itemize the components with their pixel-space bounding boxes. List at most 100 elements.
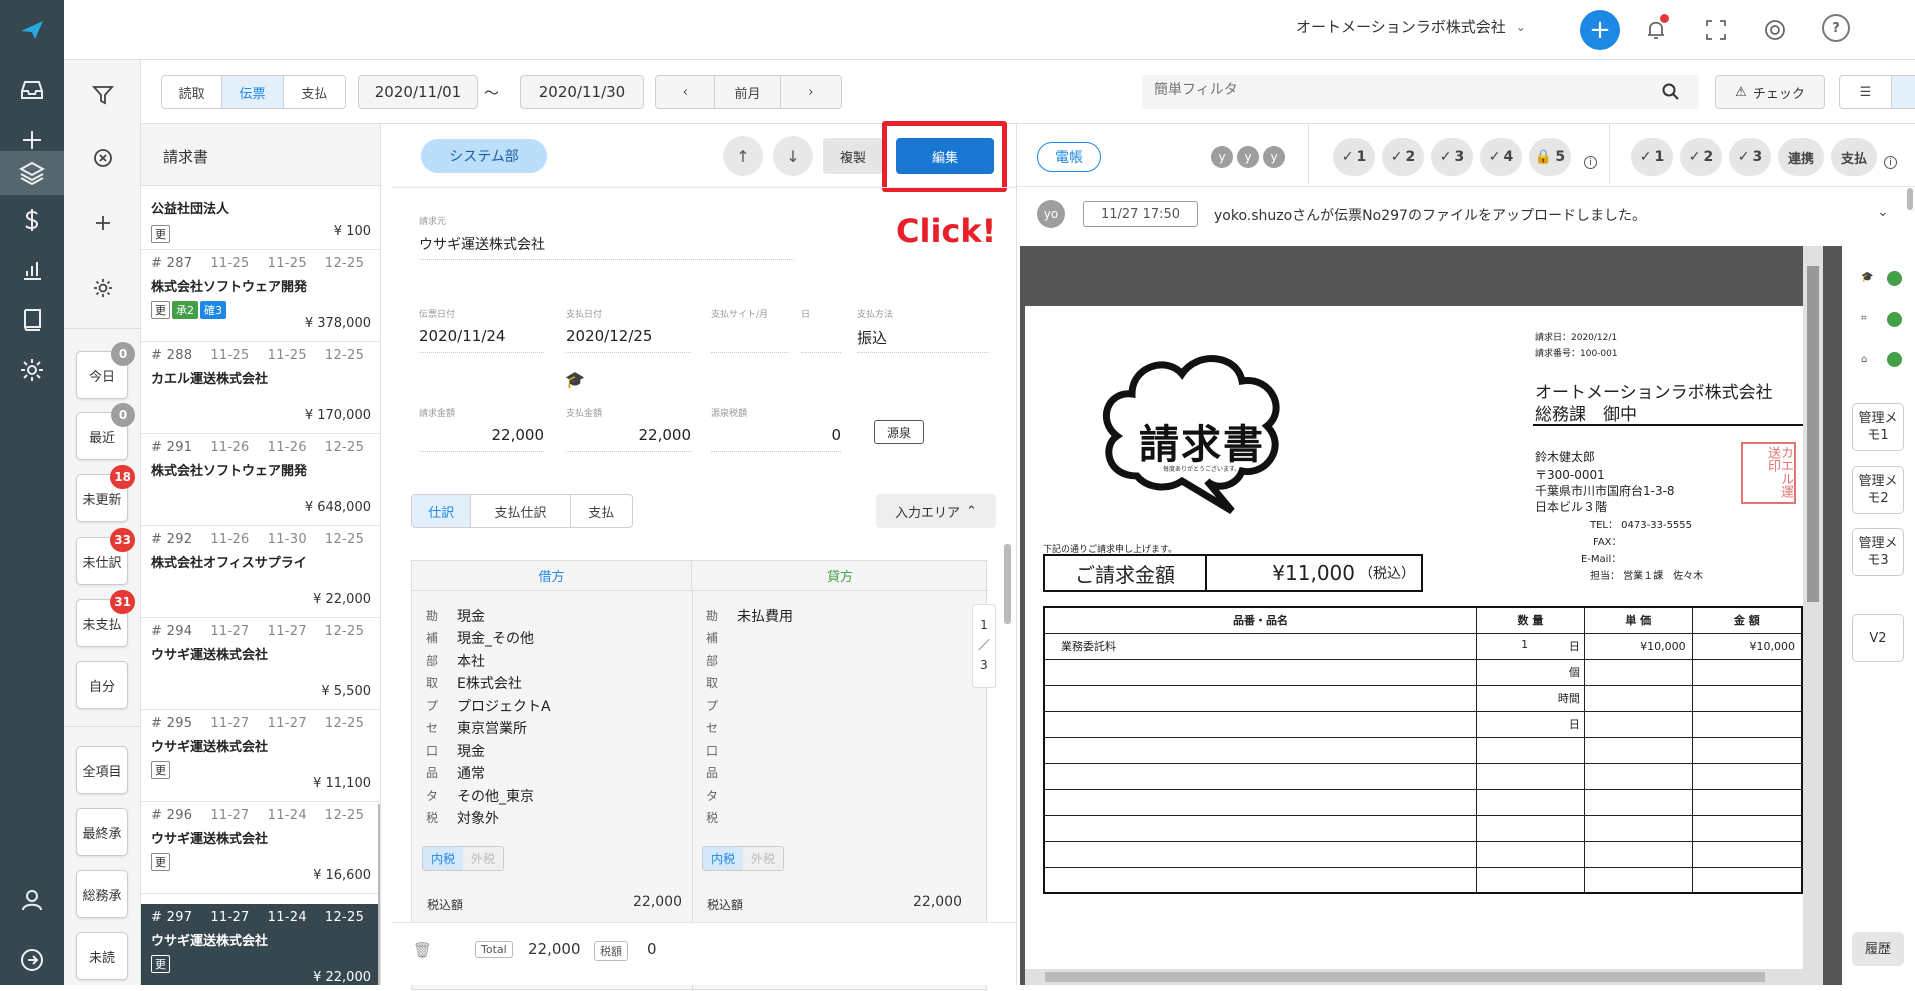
link-button[interactable]: 連携 — [1778, 138, 1824, 176]
inbox-icon[interactable] — [0, 70, 64, 110]
avatar[interactable]: y — [1263, 146, 1285, 168]
approval-step-1[interactable]: ✓ 1 — [1333, 138, 1375, 176]
doc-horizontal-scrollbar[interactable] — [1025, 969, 1803, 985]
copy-button[interactable]: 複製 — [823, 138, 883, 174]
doc-hscroll-thumb[interactable] — [1045, 972, 1765, 982]
filter-all-items[interactable]: 全項目 — [76, 746, 128, 794]
filter-input[interactable] — [1154, 82, 1634, 98]
admin-memo-1-button[interactable]: 管理メモ1 — [1852, 403, 1904, 451]
arrow-up-icon[interactable]: ↑ — [723, 136, 763, 176]
arrow-down-icon[interactable]: ↓ — [773, 136, 813, 176]
bar-chart-icon[interactable] — [0, 250, 64, 290]
day-field[interactable] — [801, 327, 841, 353]
version-button[interactable]: V2 — [1852, 614, 1904, 662]
paper-plane-logo[interactable] — [0, 10, 64, 50]
pay-date-field[interactable]: 2020/12/25 — [566, 327, 691, 353]
split-view-icon[interactable]: ▯ — [1892, 76, 1915, 108]
form-scrollbar[interactable] — [1004, 544, 1011, 624]
tax-incl-option[interactable]: 内税 — [423, 847, 464, 870]
pay-button[interactable]: 支払 — [1831, 138, 1877, 176]
list-item[interactable]: # 287 11-25 11-25 12-25 株式会社ソフトウェア開発 更承2 確3 … — [141, 250, 380, 342]
tab-payment[interactable]: 支払 — [284, 76, 345, 108]
doc-scroll-thumb[interactable] — [1807, 266, 1819, 602]
list-item[interactable]: # 295 11-27 11-27 12-25 ウサギ運送株式会社 更 ¥ 11,10… — [141, 710, 380, 802]
clear-filter-icon[interactable] — [83, 138, 123, 178]
doc-vertical-scrollbar[interactable] — [1803, 246, 1823, 985]
list-item[interactable]: 公益社団法人 更 ¥ 100 — [141, 186, 380, 250]
debit-value[interactable]: 対象外 — [457, 808, 499, 828]
check-button[interactable]: ⚠ チェック — [1715, 75, 1825, 109]
company-switcher[interactable]: オートメーションラボ株式会社 ⌄ — [1296, 16, 1526, 37]
list-scrollbar[interactable] — [378, 804, 380, 985]
input-area-toggle[interactable]: 入力エリア ⌃ — [876, 494, 996, 528]
debit-value[interactable]: 現金 — [457, 741, 485, 761]
chevron-left-icon[interactable]: ‹ — [656, 76, 716, 108]
user-icon[interactable] — [0, 880, 64, 920]
withholding-field[interactable]: 0 — [711, 426, 841, 452]
avatar[interactable]: y — [1211, 146, 1233, 168]
withholding-button[interactable]: 源泉 — [874, 420, 924, 444]
method-field[interactable]: 振込 — [857, 327, 989, 353]
list-item[interactable]: # 288 11-25 11-25 12-25 カエル運送株式会社 ¥ 170,000 — [141, 342, 380, 434]
filter-no-journal[interactable]: 未仕訳 33 — [76, 528, 135, 585]
check-step-1[interactable]: ✓ 1 — [1631, 138, 1673, 176]
tax-incl-option[interactable]: 内税 — [703, 847, 744, 870]
voucher-date-field[interactable]: 2020/11/24 — [419, 327, 544, 353]
add-icon[interactable] — [83, 203, 123, 243]
log-scrollbar[interactable] — [1907, 188, 1913, 210]
tax-excl-option[interactable]: 外税 — [463, 847, 504, 870]
logout-icon[interactable] — [0, 940, 64, 980]
vendor-field[interactable]: ウサギ運送株式会社 — [419, 234, 794, 260]
list-view-icon[interactable]: ☰ — [1840, 76, 1893, 108]
admin-memo-3-button[interactable]: 管理メモ3 — [1852, 528, 1904, 576]
admin-memo-2-button[interactable]: 管理メモ2 — [1852, 466, 1904, 514]
bell-icon[interactable] — [1642, 14, 1670, 44]
debit-value[interactable]: 現金 — [457, 606, 485, 626]
approval-step-5[interactable]: 🔒 5 — [1529, 138, 1571, 176]
filter-recent[interactable]: 最近 0 — [76, 403, 135, 460]
trash-icon[interactable]: 🗑 — [413, 941, 432, 959]
approval-step-4[interactable]: ✓ 4 — [1480, 138, 1522, 176]
date-to-input[interactable]: 2020/11/30 — [520, 75, 644, 109]
debit-value[interactable]: E株式会社 — [457, 673, 522, 693]
dollar-icon[interactable] — [0, 200, 64, 240]
filter-final-approval[interactable]: 最終承 — [76, 808, 128, 856]
avatar[interactable]: y — [1237, 146, 1259, 168]
tab-payment-journal[interactable]: 支払仕訳 — [471, 495, 571, 527]
ledger-button[interactable]: 電帳 — [1037, 142, 1101, 172]
debit-value[interactable]: プロジェクトA — [457, 696, 551, 716]
tab-journal[interactable]: 仕訳 — [412, 495, 472, 527]
prev-month-button[interactable]: 前月 — [715, 76, 781, 108]
chevron-down-icon[interactable]: ⌄ — [1877, 204, 1889, 220]
list-item[interactable]: # 294 11-27 11-27 12-25 ウサギ運送株式会社 ¥ 5,500 — [141, 618, 380, 710]
tab-read[interactable]: 読取 — [162, 76, 223, 108]
approval-step-3[interactable]: ✓ 3 — [1431, 138, 1473, 176]
list-item[interactable]: # 291 11-26 11-26 12-25 株式会社ソフトウェア開発 ¥ 648,… — [141, 434, 380, 526]
filter-mine[interactable]: 自分 — [76, 661, 128, 709]
info-icon[interactable]: i — [1884, 156, 1897, 169]
chevron-right-icon[interactable]: › — [780, 76, 841, 108]
pay-site-field[interactable] — [711, 327, 789, 353]
debit-value[interactable]: 東京営業所 — [457, 718, 527, 738]
help-icon[interactable]: ? — [1822, 14, 1850, 42]
filter-admin-approval[interactable]: 総務承 — [76, 870, 128, 918]
info-icon[interactable]: i — [1584, 156, 1597, 169]
add-button[interactable]: + — [1580, 10, 1620, 50]
book-icon[interactable] — [0, 300, 64, 340]
filter-today[interactable]: 今日 0 — [76, 342, 135, 399]
check-step-2[interactable]: ✓ 2 — [1680, 138, 1722, 176]
invoice-amount-field[interactable]: 22,000 — [419, 426, 544, 452]
gear-icon[interactable] — [0, 350, 64, 390]
filter-icon[interactable] — [83, 75, 123, 115]
support-icon[interactable] — [1762, 17, 1788, 43]
debit-value[interactable]: 通常 — [457, 763, 485, 783]
check-step-3[interactable]: ✓ 3 — [1729, 138, 1771, 176]
tab-payment[interactable]: 支払 — [571, 495, 632, 527]
filter-unpaid[interactable]: 未支払 31 — [76, 590, 135, 647]
credit-value[interactable]: 未払費用 — [737, 606, 793, 626]
pay-amount-field[interactable]: 22,000 — [566, 426, 691, 452]
filter-not-updated[interactable]: 未更新 18 — [76, 465, 135, 522]
search-icon[interactable] — [1662, 83, 1680, 101]
tab-voucher[interactable]: 伝票 — [222, 76, 284, 108]
department-chip[interactable]: システム部 — [421, 139, 547, 173]
